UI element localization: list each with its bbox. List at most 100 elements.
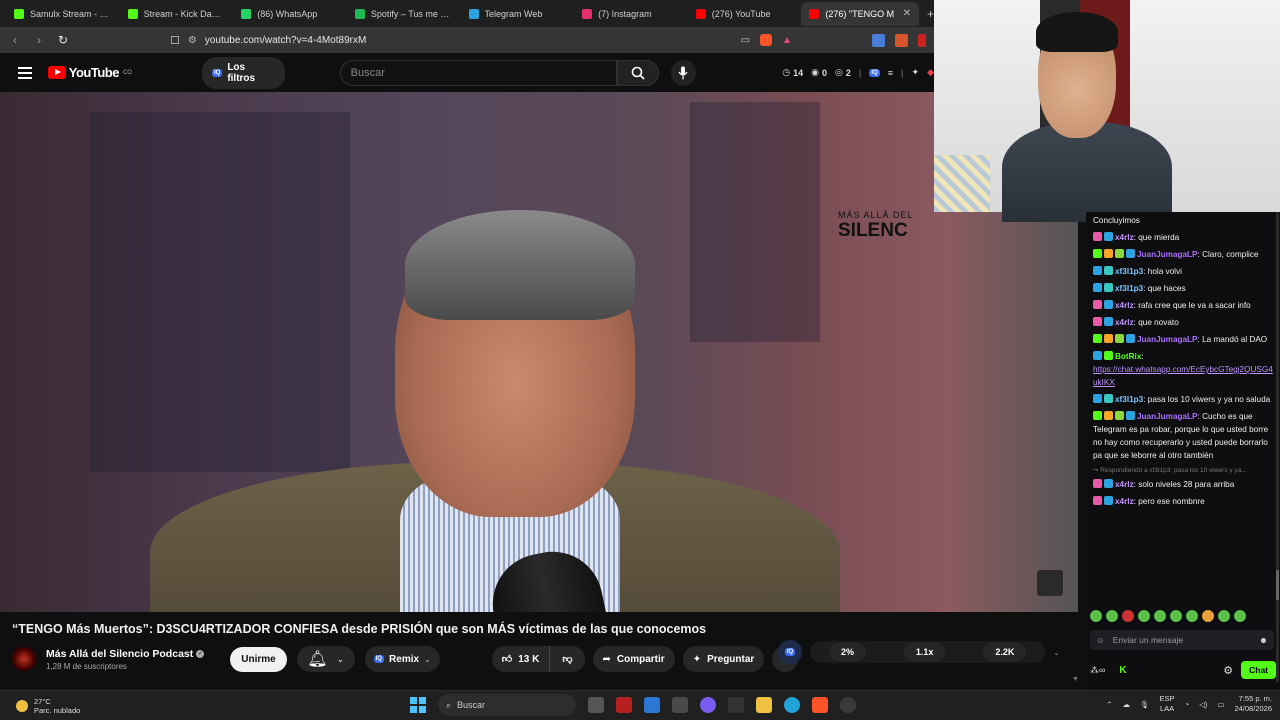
chat-username[interactable]: BotRix bbox=[1115, 352, 1141, 361]
emote-icon[interactable] bbox=[1202, 610, 1214, 622]
search-input[interactable]: Buscar bbox=[339, 59, 618, 86]
chat-username[interactable]: JuanJumagaLP bbox=[1137, 412, 1198, 421]
hidden-stat[interactable]: ◎ 2 bbox=[835, 67, 851, 78]
battery-icon[interactable]: ▭ bbox=[1217, 700, 1224, 709]
chat-message[interactable]: xf3l1p3: pasa los 10 viwers y ya no salu… bbox=[1086, 391, 1280, 408]
browser-tab[interactable]: Samulx Stream - Watch bbox=[6, 2, 118, 26]
kick-icon[interactable]: K bbox=[1119, 665, 1126, 676]
chat-message[interactable]: JuanJumagaLP: Cucho es que Telegram es p… bbox=[1086, 408, 1280, 464]
speed-count[interactable]: 2.2K bbox=[983, 643, 1027, 661]
chat-scrollbar-thumb[interactable] bbox=[1276, 570, 1279, 600]
chat-username[interactable]: x4rlz bbox=[1115, 497, 1134, 506]
chat-message[interactable]: x4rlz: que mierda bbox=[1086, 229, 1280, 246]
chat-message[interactable]: x4rlz: pero ese nombnre bbox=[1086, 493, 1280, 510]
emote-icon[interactable] bbox=[1138, 610, 1150, 622]
browser-tab[interactable]: Spotify – Tus me gusta bbox=[347, 2, 459, 26]
chat-message[interactable]: JuanJumagaLP: La mandó al DAO bbox=[1086, 331, 1280, 348]
speed-rate[interactable]: 1.1x bbox=[903, 643, 946, 661]
dislike-button[interactable]: 👎︎ bbox=[550, 646, 585, 672]
site-settings-icon[interactable]: ⚙ bbox=[188, 35, 197, 46]
menu-icon[interactable] bbox=[18, 66, 32, 79]
mic-tray-icon[interactable]: 🎙︎ bbox=[1140, 700, 1150, 709]
chat-username[interactable]: x4rlz bbox=[1115, 480, 1134, 489]
emote-icon[interactable] bbox=[1234, 610, 1246, 622]
copilot-icon[interactable] bbox=[700, 697, 716, 713]
emote-icon[interactable] bbox=[1186, 610, 1198, 622]
emote-icon[interactable] bbox=[1154, 610, 1166, 622]
power-app-icon[interactable] bbox=[616, 697, 632, 713]
chat-username[interactable]: JuanJumagaLP bbox=[1137, 250, 1198, 259]
emote-icon[interactable] bbox=[1170, 610, 1182, 622]
start-icon[interactable] bbox=[410, 697, 426, 713]
youtube-logo[interactable]: YouTube CO bbox=[47, 65, 132, 80]
back-icon[interactable]: ‹ bbox=[8, 33, 22, 47]
brave-shields-icon[interactable] bbox=[760, 34, 773, 46]
chat-message[interactable]: x4rlz: que novato bbox=[1086, 314, 1280, 331]
chat-message[interactable]: x4rlz: solo niveles 28 para arriba bbox=[1086, 476, 1280, 493]
share-button[interactable]: ➦ Compartir bbox=[592, 646, 675, 672]
brave-icon[interactable] bbox=[812, 697, 828, 713]
clock-stat[interactable]: ◷ 14 bbox=[782, 67, 803, 78]
like-button[interactable]: 👍︎ 13 K bbox=[491, 646, 551, 672]
chat-message[interactable]: xf3l1p3: hola volvi bbox=[1086, 263, 1280, 280]
iq-extension-icon[interactable]: IQ bbox=[869, 68, 880, 77]
new-tab-button[interactable]: + bbox=[921, 7, 934, 21]
task-view-icon[interactable] bbox=[588, 697, 604, 713]
chevron-up-icon[interactable]: ⌃ bbox=[1106, 700, 1112, 709]
player-mini-icon[interactable] bbox=[1037, 570, 1063, 596]
search-button[interactable] bbox=[617, 59, 659, 86]
emote-icon[interactable] bbox=[1090, 610, 1102, 622]
chat-message[interactable]: JuanJumagaLP: Claro, complice bbox=[1086, 246, 1280, 263]
chevron-down-icon[interactable]: ⌄ bbox=[1053, 648, 1060, 657]
notifications-icon[interactable]: ◆ bbox=[927, 67, 934, 78]
clock[interactable]: 7:55 p. m. 24/08/2026 bbox=[1234, 694, 1272, 714]
iq-speed-icon[interactable]: IQ bbox=[778, 640, 802, 664]
emote-icon[interactable] bbox=[1218, 610, 1230, 622]
browser-tab[interactable]: (276) "TENGO M ✕ bbox=[801, 1, 919, 26]
emote-icon[interactable] bbox=[1106, 610, 1118, 622]
extension-icon[interactable] bbox=[895, 33, 908, 47]
chat-username[interactable]: JuanJumagaLP bbox=[1137, 335, 1198, 344]
remix-button[interactable]: IQ Remix ⌄ bbox=[364, 646, 440, 672]
chat-input[interactable]: ☺ Enviar un mensaje ☻ bbox=[1090, 630, 1274, 650]
emote-icon[interactable] bbox=[1122, 610, 1134, 622]
emoji-icon[interactable]: ☻ bbox=[1259, 635, 1268, 645]
brave-rewards-icon[interactable]: ▲ bbox=[782, 35, 792, 46]
browser-tab[interactable]: (7) Instagram bbox=[574, 2, 686, 26]
browser-tab[interactable]: (86) WhatsApp bbox=[233, 2, 345, 26]
chat-username[interactable]: xf3l1p3 bbox=[1115, 284, 1143, 293]
list-icon[interactable]: ≡ bbox=[888, 68, 893, 78]
magic-icon[interactable]: ✦ bbox=[912, 67, 920, 78]
channel-name-row[interactable]: Más Allá del Silencio Podcast ✓ bbox=[46, 648, 205, 660]
chat-scrollbar[interactable] bbox=[1276, 212, 1279, 682]
browser-tab[interactable]: (276) YouTube bbox=[688, 2, 800, 26]
chat-username[interactable]: x4rlz bbox=[1115, 301, 1134, 310]
address-bar[interactable]: ☐ ⚙ youtube.com/watch?v=4-4Mot89rxM bbox=[80, 34, 731, 47]
chat-message[interactable]: xf3l1p3: que haces bbox=[1086, 280, 1280, 297]
views-stat[interactable]: ◉ 0 bbox=[811, 67, 827, 78]
translate-extension-icon[interactable] bbox=[872, 33, 885, 47]
subscribed-bell-button[interactable]: 🔔︎ ⌄ bbox=[296, 646, 355, 672]
bookmark-icon[interactable]: ☐ bbox=[170, 34, 180, 47]
chat-username[interactable]: x4rlz bbox=[1115, 318, 1134, 327]
extension-icon-2[interactable] bbox=[918, 33, 926, 47]
chat-link[interactable]: https://chat.whatsapp.com/EcEybcGTegj2QU… bbox=[1093, 365, 1273, 387]
taskbar-search[interactable]: ⌕ Buscar bbox=[438, 694, 576, 716]
scroll-down-icon[interactable]: ▼ bbox=[1072, 676, 1079, 683]
browser-tab[interactable]: Telegram Web bbox=[461, 2, 573, 26]
browser-tab[interactable]: Stream - Kick Dashboard bbox=[120, 2, 232, 26]
chat-username[interactable]: xf3l1p3 bbox=[1115, 267, 1143, 276]
obs-icon[interactable] bbox=[840, 697, 856, 713]
chat-send-button[interactable]: Chat bbox=[1241, 661, 1276, 679]
terminal-icon[interactable] bbox=[728, 697, 744, 713]
cloud-icon[interactable]: ☁ bbox=[1123, 700, 1131, 709]
chat-username[interactable]: xf3l1p3 bbox=[1115, 395, 1143, 404]
language-indicator[interactable]: ESP LAA bbox=[1160, 694, 1175, 714]
edge-icon[interactable] bbox=[784, 697, 800, 713]
weather-widget[interactable]: 27°C Parc. nublado bbox=[16, 697, 80, 715]
settings-app-icon[interactable] bbox=[672, 697, 688, 713]
filters-button[interactable]: IQ Los filtros bbox=[201, 56, 285, 89]
channel-avatar[interactable] bbox=[12, 647, 36, 671]
chat-message[interactable]: x4rlz: rafa cree que le va a sacar info bbox=[1086, 297, 1280, 314]
cast-icon[interactable]: ▭ bbox=[741, 35, 750, 46]
